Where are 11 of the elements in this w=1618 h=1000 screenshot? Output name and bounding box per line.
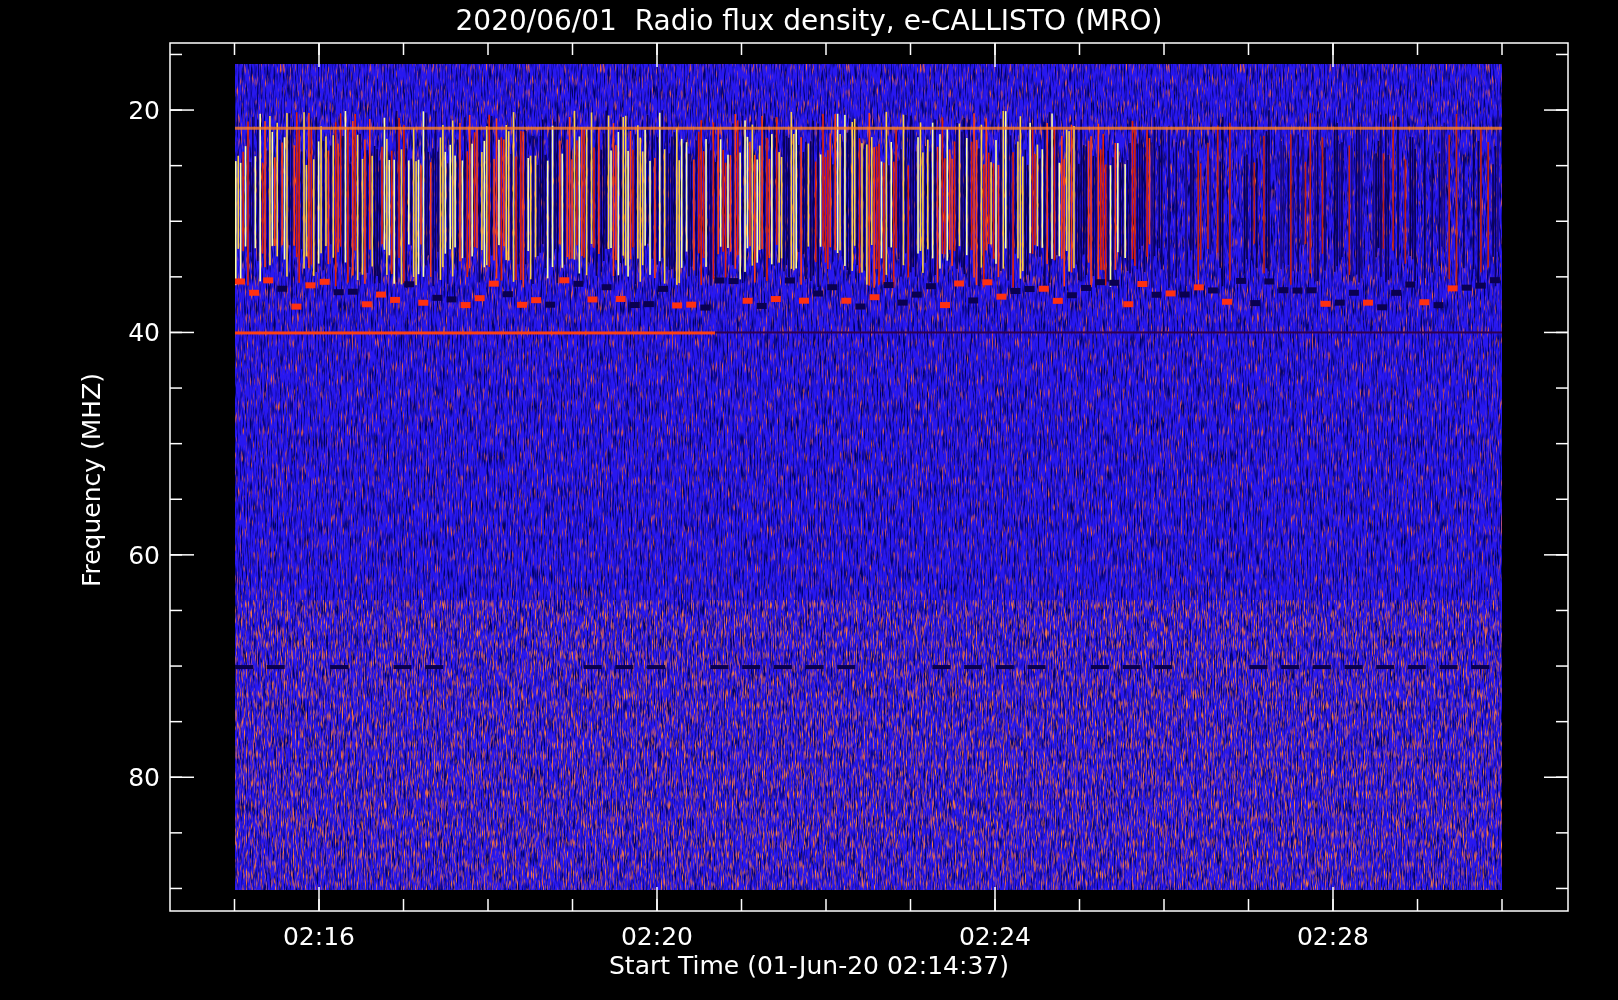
chart-title: 2020/06/01 Radio flux density, e-CALLISTO (MRO): [455, 4, 1163, 37]
tick-label: 02:28: [1297, 922, 1369, 951]
tick-label: 02:24: [959, 922, 1031, 951]
tick-label: 40: [128, 318, 160, 348]
tick-label: 20: [128, 96, 160, 126]
tick-label: 60: [128, 540, 160, 570]
tick-label: 80: [128, 763, 160, 793]
axis-label: Start Time (01-Jun-20 02:14:37): [609, 951, 1009, 980]
tick-label: 02:16: [283, 922, 355, 951]
tick-label: 02:20: [621, 922, 693, 951]
axis-label: Frequency (MHZ): [77, 372, 106, 588]
